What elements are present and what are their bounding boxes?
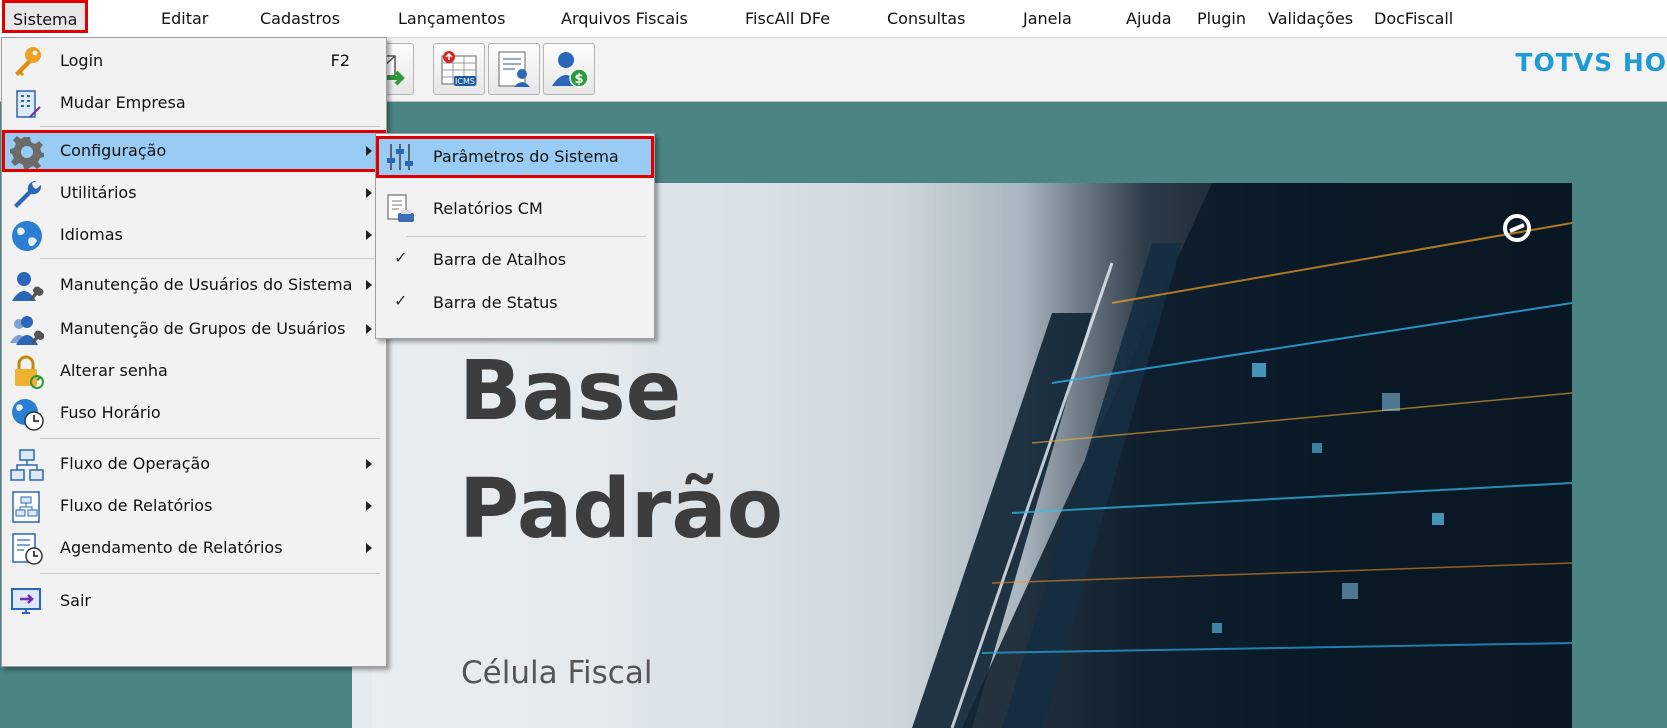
menu-item-agendamento-relatorios[interactable]: Agendamento de Relatórios <box>2 527 386 569</box>
menu-item-utilitarios[interactable]: Utilitários <box>2 172 386 214</box>
menu-item-login[interactable]: Login F2 <box>2 40 386 82</box>
menu-cadastros[interactable]: Cadastros <box>260 9 340 28</box>
checkmark-icon: ✓ <box>394 291 408 310</box>
menu-item-label: Mudar Empresa <box>60 93 186 112</box>
menu-item-label: Manutenção de Grupos de Usuários <box>60 319 346 338</box>
menu-item-label: Login <box>60 51 104 70</box>
submenu-item-label: Parâmetros do Sistema <box>433 147 619 166</box>
menu-item-label: Fluxo de Operação <box>60 454 211 473</box>
submenu-item-parametros-sistema[interactable]: Parâmetros do Sistema <box>376 136 654 178</box>
shortcut-label: F2 <box>330 51 350 70</box>
menu-separator <box>40 573 380 574</box>
user-document-button[interactable] <box>488 43 540 95</box>
building-icon <box>16 90 41 118</box>
menu-item-manutencao-grupos[interactable]: Manutenção de Grupos de Usuários <box>2 308 386 350</box>
report-print-icon <box>387 194 414 222</box>
report-schedule-icon <box>12 533 43 565</box>
menu-item-label: Manutenção de Usuários do Sistema <box>60 275 353 294</box>
lock-refresh-icon <box>15 355 44 389</box>
menu-editar[interactable]: Editar <box>161 9 208 28</box>
menu-item-label: Utilitários <box>60 183 137 202</box>
menu-item-label: Fluxo de Relatórios <box>60 496 213 515</box>
menu-item-label: Agendamento de Relatórios <box>60 538 283 557</box>
menu-item-idiomas[interactable]: Idiomas <box>2 214 386 256</box>
user-document-icon <box>498 51 530 87</box>
menu-item-fluxo-relatorios[interactable]: Fluxo de Relatórios <box>2 485 386 527</box>
menu-separator <box>40 126 380 127</box>
hero-subtitle: Célula Fiscal <box>461 655 653 691</box>
icms-table-icon: ICMS <box>441 51 477 86</box>
menu-item-fluxo-operacao[interactable]: Fluxo de Operação <box>2 443 386 485</box>
users-wrench-icon <box>10 316 44 345</box>
user-money-button[interactable]: $ <box>543 43 595 95</box>
menu-item-sair[interactable]: Sair <box>2 580 386 622</box>
submenu-arrow-icon <box>366 324 372 334</box>
user-wrench-icon <box>12 272 44 301</box>
menu-validacoes[interactable]: Validações <box>1268 9 1353 28</box>
menu-ajuda[interactable]: Ajuda <box>1126 9 1172 28</box>
menu-item-configuracao[interactable]: Configuração <box>2 130 386 172</box>
icms-badge: ICMS <box>455 77 475 86</box>
submenu-arrow-icon <box>366 459 372 469</box>
submenu-item-relatorios-cm[interactable]: Relatórios CM <box>376 188 654 230</box>
menu-item-label: Sair <box>60 591 91 610</box>
sistema-dropdown-menu: Login F2 Mudar Empresa Configuração Util… <box>1 37 387 667</box>
user-money-icon: $ <box>552 52 589 88</box>
submenu-item-barra-status[interactable]: ✓ Barra de Status <box>376 282 654 324</box>
report-flow-icon <box>12 491 40 523</box>
configuracao-submenu: Parâmetros do Sistema Relatórios CM ✓ Ba… <box>375 133 655 339</box>
menu-item-fuso-horario[interactable]: Fuso Horário <box>2 392 386 434</box>
menu-item-label: Idiomas <box>60 225 123 244</box>
menu-sistema[interactable]: Sistema <box>2 0 89 33</box>
brand-logo-text: TOTVS HO <box>1515 48 1667 77</box>
gear-icon <box>10 136 44 169</box>
globe-icon <box>12 221 42 251</box>
hero-title: Base Padrão <box>459 344 784 557</box>
submenu-item-label: Barra de Status <box>433 293 558 312</box>
menu-item-label: Configuração <box>60 141 167 160</box>
checkmark-icon: ✓ <box>394 248 408 267</box>
menu-janela[interactable]: Janela <box>1023 9 1072 28</box>
wrench-icon <box>14 180 42 208</box>
menu-lancamentos[interactable]: Lançamentos <box>398 9 505 28</box>
key-icon <box>15 47 41 76</box>
menu-consultas[interactable]: Consultas <box>887 9 965 28</box>
flowchart-icon <box>10 449 44 481</box>
menu-plugin[interactable]: Plugin <box>1197 9 1246 28</box>
exit-icon <box>11 588 41 614</box>
menu-item-mudar-empresa[interactable]: Mudar Empresa <box>2 82 386 124</box>
menu-docfiscall[interactable]: DocFiscall <box>1374 9 1453 28</box>
menu-item-label: Alterar senha <box>60 361 168 380</box>
icms-button[interactable]: ICMS <box>433 43 485 95</box>
sliders-icon <box>387 144 413 170</box>
totvs-logo-icon <box>1503 214 1531 242</box>
globe-clock-icon <box>12 399 44 431</box>
submenu-item-label: Barra de Atalhos <box>433 250 567 269</box>
menu-bar: Sistema Editar Cadastros Lançamentos Arq… <box>0 0 1667 38</box>
menu-separator <box>40 438 380 439</box>
menu-item-alterar-senha[interactable]: Alterar senha <box>2 350 386 392</box>
submenu-separator <box>406 236 646 237</box>
submenu-item-barra-atalhos[interactable]: ✓ Barra de Atalhos <box>376 239 654 281</box>
menu-separator <box>40 258 380 259</box>
submenu-arrow-icon <box>366 501 372 511</box>
money-badge: $ <box>574 72 583 87</box>
menu-item-label: Fuso Horário <box>60 403 161 422</box>
submenu-arrow-icon <box>366 188 372 198</box>
submenu-arrow-icon <box>366 543 372 553</box>
menu-fiscall-dfe[interactable]: FiscAll DFe <box>745 9 830 28</box>
submenu-arrow-icon <box>366 280 372 290</box>
submenu-item-label: Relatórios CM <box>433 199 543 218</box>
menu-item-manutencao-usuarios[interactable]: Manutenção de Usuários do Sistema <box>2 264 386 306</box>
submenu-arrow-icon <box>366 230 372 240</box>
submenu-arrow-icon <box>366 146 372 156</box>
menu-arquivos-fiscais[interactable]: Arquivos Fiscais <box>561 9 688 28</box>
